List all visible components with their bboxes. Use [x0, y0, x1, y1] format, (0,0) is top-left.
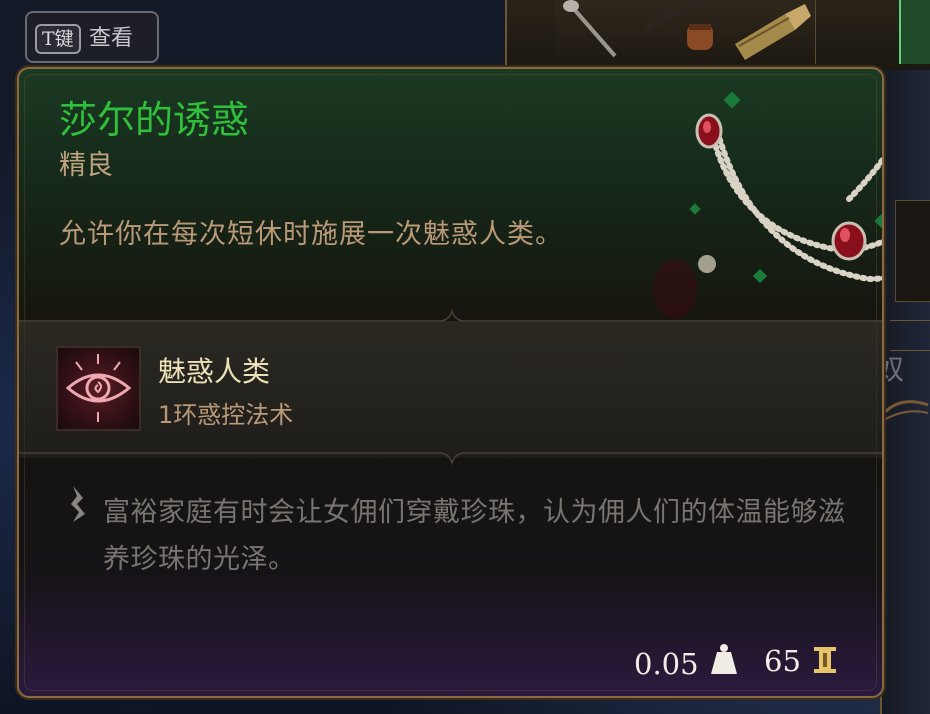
spoon-icon [563, 0, 617, 58]
flavor-text: 富裕家庭有时会让女佣们穿戴珍珠，认为佣人们的体温能够滋养珍珠的光泽。 [103, 497, 846, 575]
game-scene: 奴 T键 查看 莎尔的诱惑 精良 允许你在每次短休时施展一次魅惑人类。 魅惑人类… [0, 0, 930, 714]
spell-section [19, 321, 882, 458]
gold-value: 65 [764, 644, 801, 678]
item-name: 莎尔的诱惑 [59, 98, 250, 142]
inventory-slot-pipe[interactable] [625, 0, 726, 64]
right-slot[interactable] [895, 200, 930, 302]
item-rarity: 精良 [59, 150, 113, 181]
t-key-badge: T键 [35, 24, 81, 54]
inspect-hint[interactable]: T键 查看 [25, 11, 159, 63]
inventory-slot-selected[interactable] [899, 0, 930, 64]
weight-icon [711, 644, 737, 674]
quill-icon [71, 486, 85, 522]
inventory-slot-spoon[interactable] [555, 0, 626, 64]
gold-coin-icon [814, 647, 836, 673]
spell-name: 魅惑人类 [158, 355, 271, 388]
inventory-strip [505, 0, 930, 70]
inventory-slot-spyglass[interactable] [725, 0, 816, 64]
weight-value: 0.05 [634, 647, 699, 681]
spyglass-icon [735, 4, 811, 60]
pipe-icon [643, 0, 713, 50]
charm-eye-icon [65, 354, 132, 422]
spell-charm-icon[interactable] [56, 346, 141, 431]
inspect-label: 查看 [89, 26, 134, 51]
item-tooltip: 莎尔的诱惑 精良 允许你在每次短休时施展一次魅惑人类。 魅惑人类 1环惑控法术 [17, 67, 884, 698]
right-frame [880, 70, 930, 714]
tooltip-footer [19, 619, 882, 696]
pearl-necklace-icon [653, 91, 882, 319]
section-divider [19, 452, 882, 465]
spell-level: 1环惑控法术 [158, 401, 294, 429]
item-description: 允许你在每次短休时施展一次魅惑人类。 [59, 219, 563, 250]
ornament-swirl-icon [880, 400, 929, 422]
